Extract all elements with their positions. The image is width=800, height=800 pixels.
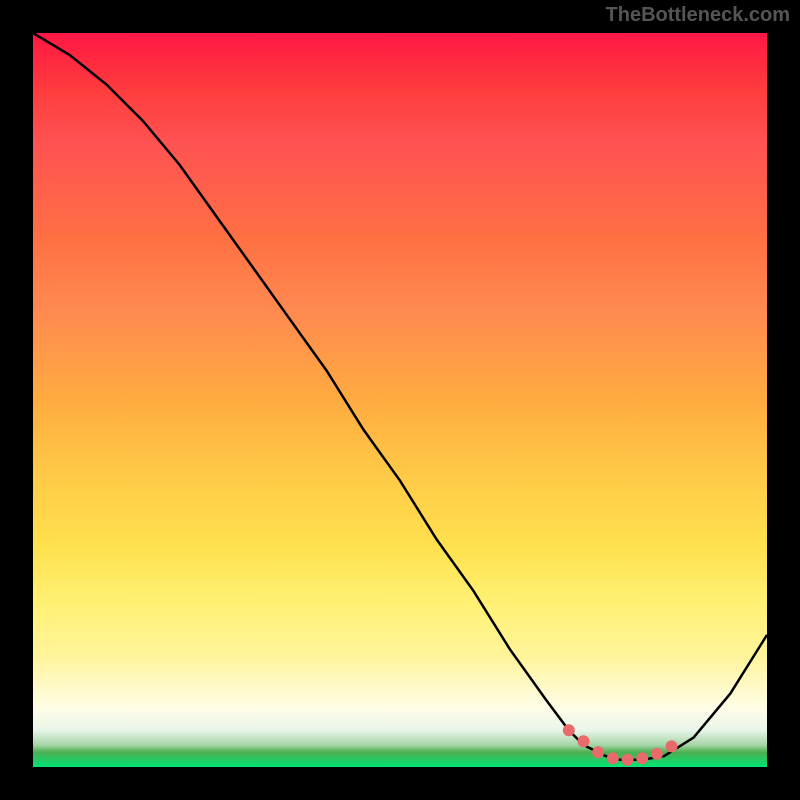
marker-dot [592,746,604,758]
marker-dot [636,752,648,764]
marker-dot [666,740,678,752]
marker-dot [578,735,590,747]
marker-dot [651,748,663,760]
curve-line [33,33,767,760]
marker-dot [563,724,575,736]
curve-line-path [33,33,767,760]
watermark-text: TheBottleneck.com [606,4,790,27]
marker-dot [607,752,619,764]
bottleneck-curve-chart [33,33,767,767]
marker-dot [622,754,634,766]
